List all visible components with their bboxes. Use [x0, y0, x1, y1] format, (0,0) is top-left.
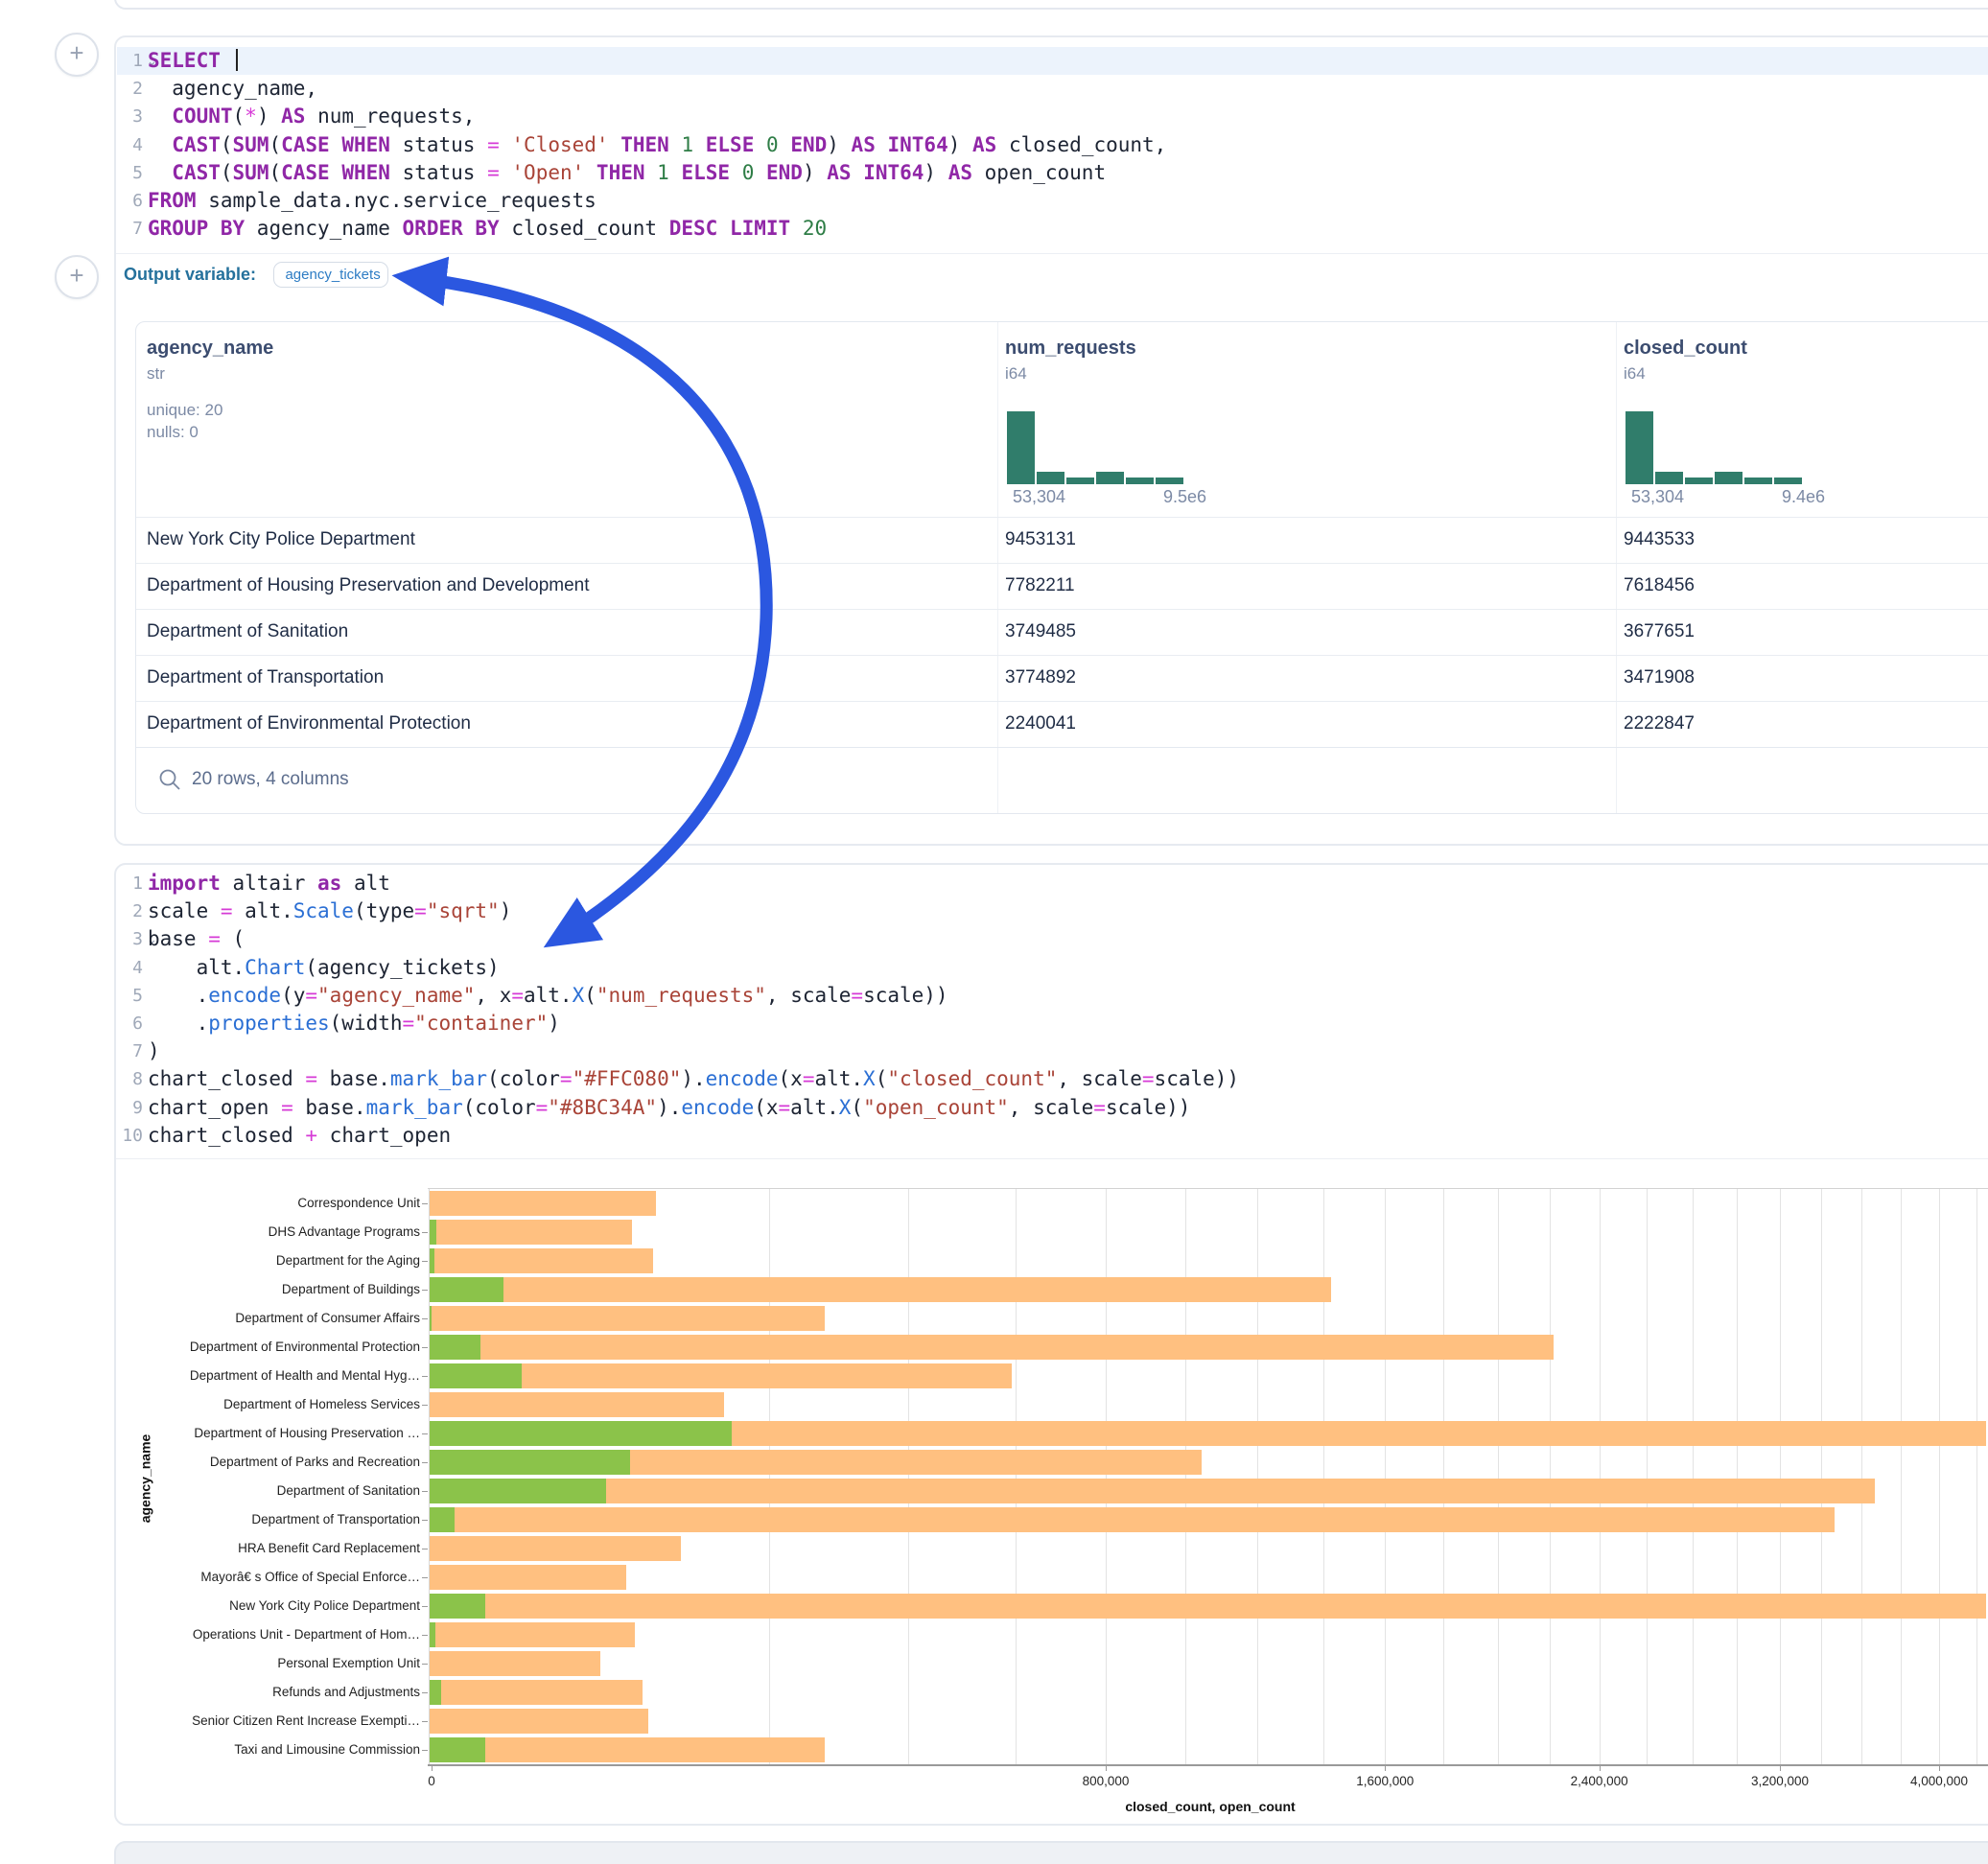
line-number: 4	[116, 131, 143, 159]
code-line[interactable]: chart_open = base.mark_bar(color="#8BC34…	[148, 1094, 1239, 1122]
code-line[interactable]: agency_name,	[148, 75, 1166, 103]
line-number: 5	[116, 982, 143, 1010]
line-number: 9	[116, 1094, 143, 1122]
column-header[interactable]: agency_name	[147, 338, 273, 360]
python-code-editor[interactable]: import altair as altscale = alt.Scale(ty…	[148, 870, 1239, 1150]
column-stat: unique: 20	[147, 401, 222, 420]
line-number: 8	[116, 1065, 143, 1093]
previous-cell-edge	[114, 0, 1988, 10]
table-row[interactable]: Department of Housing Preservation and D…	[136, 563, 1988, 610]
table-row[interactable]: New York City Police Department945313194…	[136, 517, 1988, 564]
column-histogram	[1007, 405, 1183, 484]
cell-divider	[116, 253, 1988, 254]
column-header[interactable]: num_requests	[1005, 338, 1136, 360]
sql-code-editor[interactable]: SELECT agency_name, COUNT(*) AS num_requ…	[148, 47, 1166, 243]
hist-min-label: 53,304	[1013, 487, 1065, 507]
code-line[interactable]: FROM sample_data.nyc.service_requests	[148, 187, 1166, 215]
line-number: 6	[116, 1010, 143, 1037]
code-line[interactable]: .properties(width="container")	[148, 1010, 1239, 1037]
code-line[interactable]: chart_closed = base.mark_bar(color="#FFC…	[148, 1065, 1239, 1093]
column-type: str	[147, 364, 165, 384]
search-icon[interactable]	[157, 767, 182, 792]
result-table[interactable]: agency_namestr unique: 20 nulls: 0 num_requ…	[135, 321, 1988, 814]
column-type: i64	[1624, 364, 1646, 384]
code-line[interactable]: chart_closed + chart_open	[148, 1122, 1239, 1150]
hist-min-label: 53,304	[1631, 487, 1684, 507]
sql-cell: 1⌄234567 SELECT agency_name, COUNT(*) AS…	[114, 35, 1988, 846]
python-cell: 123⌄45678910 import altair as altscale =…	[114, 863, 1988, 1826]
line-number: 10	[116, 1122, 143, 1150]
hist-max-label: 9.4e6	[1782, 487, 1825, 507]
line-number: 3⌄	[116, 925, 143, 953]
line-number: 5	[116, 159, 143, 187]
column-stat: nulls: 0	[147, 423, 199, 442]
sql-line-numbers: 1⌄234567	[116, 47, 143, 243]
table-row[interactable]: Department of Sanitation37494853677651	[136, 609, 1988, 656]
notebook-page: + + 1⌄234567 SELECT agency_name, COUNT(*…	[0, 0, 1988, 1864]
add-block-button[interactable]: +	[55, 255, 99, 299]
code-line[interactable]: CAST(SUM(CASE WHEN status = 'Open' THEN …	[148, 159, 1166, 187]
code-line[interactable]: import altair as alt	[148, 870, 1239, 897]
line-number: 6	[116, 187, 143, 215]
line-number: 1⌄	[116, 47, 143, 75]
table-footer: 20 rows, 4 columns	[136, 747, 1988, 813]
column-header[interactable]: closed_count	[1624, 338, 1747, 360]
table-row[interactable]: Department of Environmental Protection22…	[136, 701, 1988, 748]
line-number: 1	[116, 870, 143, 897]
add-cell-button[interactable]: +	[55, 33, 99, 77]
line-number: 3	[116, 103, 143, 130]
line-number: 2	[116, 897, 143, 925]
code-line[interactable]: GROUP BY agency_name ORDER BY closed_cou…	[148, 215, 1166, 243]
column-type: i64	[1005, 364, 1027, 384]
code-line[interactable]: scale = alt.Scale(type="sqrt")	[148, 897, 1239, 925]
table-row[interactable]: Department of Transportation377489234719…	[136, 655, 1988, 702]
text-cursor	[236, 49, 238, 71]
code-line[interactable]: COUNT(*) AS num_requests,	[148, 103, 1166, 130]
code-line[interactable]: SELECT	[148, 47, 1166, 75]
line-number: 7	[116, 1037, 143, 1065]
code-line[interactable]: CAST(SUM(CASE WHEN status = 'Closed' THE…	[148, 131, 1166, 159]
python-line-numbers: 123⌄45678910	[116, 870, 143, 1150]
code-line[interactable]: .encode(y="agency_name", x=alt.X("num_re…	[148, 982, 1239, 1010]
line-number: 2	[116, 75, 143, 103]
output-variable-row: Output variable: agency_tickets	[124, 262, 388, 302]
output-variable-label: Output variable:	[124, 265, 256, 284]
code-line[interactable]: )	[148, 1037, 1239, 1065]
line-number: 4	[116, 954, 143, 982]
line-number: 7	[116, 215, 143, 243]
table-shape-label: 20 rows, 4 columns	[192, 769, 349, 790]
cell-divider	[116, 1158, 1988, 1159]
next-cell-edge	[114, 1841, 1988, 1864]
hist-max-label: 9.5e6	[1163, 487, 1206, 507]
column-histogram	[1625, 405, 1802, 484]
output-variable-chip[interactable]: agency_tickets	[273, 262, 388, 288]
code-line[interactable]: base = (	[148, 925, 1239, 953]
code-line[interactable]: alt.Chart(agency_tickets)	[148, 954, 1239, 982]
